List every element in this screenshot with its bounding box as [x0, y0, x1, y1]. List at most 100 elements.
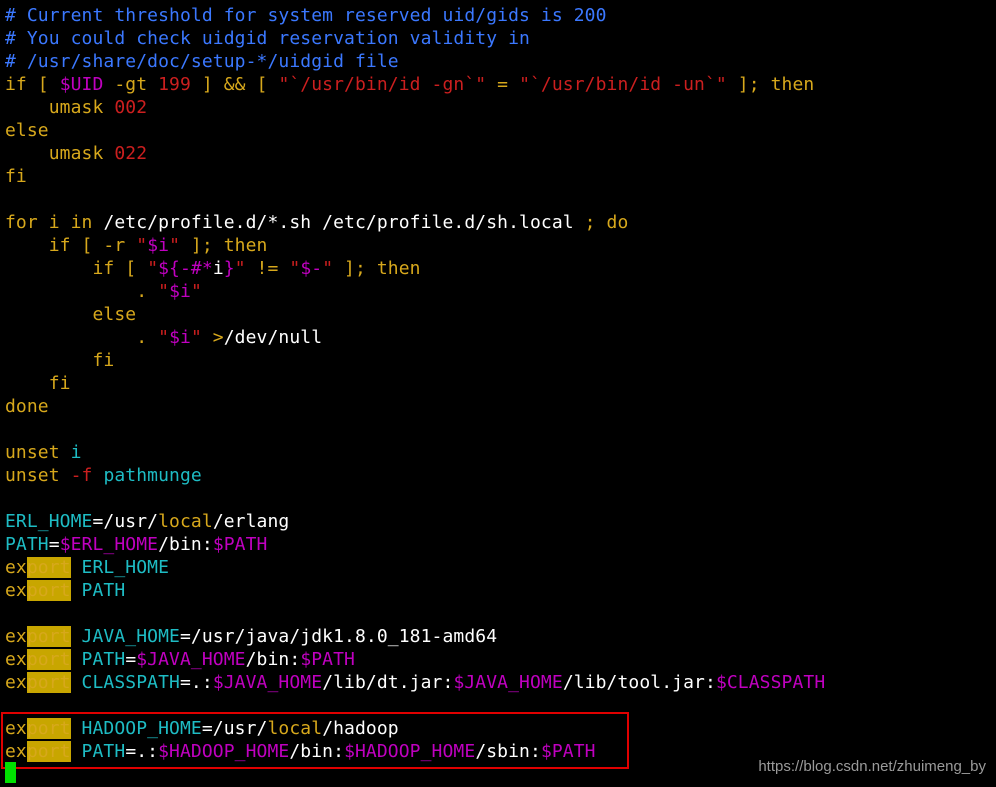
code-line: fi: [5, 165, 27, 188]
code-token: =/usr/: [92, 511, 159, 532]
code-token: /dev/null: [223, 327, 323, 348]
code-line: fi: [5, 349, 114, 372]
code-line: export PATH: [5, 579, 125, 602]
code-token: ERL_HOME: [70, 557, 170, 578]
code-token: $i: [169, 281, 191, 302]
code-token: ": [147, 258, 159, 279]
code-line: umask 022: [5, 142, 147, 165]
code-line: export ERL_HOME: [5, 556, 169, 579]
code-line: if [ -r "$i" ]; then: [5, 234, 268, 257]
code-token: }: [223, 258, 235, 279]
code-line: fi: [5, 372, 71, 395]
code-token: $UID: [59, 74, 104, 95]
code-token: ": [322, 258, 334, 279]
code-line: # You could check uidgid reservation val…: [5, 27, 530, 50]
code-token: =: [125, 649, 137, 670]
code-token: =.:: [180, 672, 213, 693]
code-token: $i: [147, 235, 170, 256]
code-token: ": [158, 327, 170, 348]
search-match-token: port: [26, 649, 71, 670]
code-token: /bin:: [245, 649, 301, 670]
code-token: $JAVA_HOME: [453, 672, 563, 693]
annotation-highlight-box: [1, 712, 629, 769]
code-line: export JAVA_HOME=/usr/java/jdk1.8.0_181-…: [5, 625, 497, 648]
code-token: >: [201, 327, 224, 348]
code-token: ; do: [584, 212, 629, 233]
search-match-token: port: [26, 557, 71, 578]
code-token: 002: [114, 97, 148, 118]
code-token: .: [5, 281, 159, 302]
code-token: umask: [5, 143, 115, 164]
code-token: # You could check uidgid reservation val…: [5, 28, 530, 49]
editor-cursor: [5, 762, 16, 783]
code-line: . "$i" >/dev/null: [5, 326, 322, 349]
code-token: ex: [5, 649, 27, 670]
code-line: done: [5, 395, 49, 418]
code-token: ": [190, 327, 202, 348]
code-token: pathmunge: [103, 465, 202, 486]
code-token: $CLASSPATH: [715, 672, 826, 693]
code-token: ${-#*: [158, 258, 213, 279]
code-token: 199: [158, 74, 191, 95]
code-line: . "$i": [5, 280, 202, 303]
code-token: =/usr/java/jdk1.8.0_181-amd64: [180, 626, 498, 647]
code-token: $-: [300, 258, 323, 279]
code-token: /lib/tool.jar:: [562, 672, 716, 693]
code-token: local: [158, 511, 213, 532]
code-token: if [: [5, 258, 148, 279]
code-token: else: [5, 120, 49, 141]
code-token: ex: [5, 557, 27, 578]
code-token: =: [486, 74, 520, 95]
watermark-text: https://blog.csdn.net/zhuimeng_by: [758, 758, 986, 775]
code-token: ]; then: [333, 258, 421, 279]
code-line: if [ $UID -gt 199 ] && [ "`/usr/bin/id -…: [5, 73, 814, 96]
code-token: for i in: [5, 212, 104, 233]
code-token: ex: [5, 672, 27, 693]
code-token: unset: [5, 465, 71, 486]
search-match-token: port: [26, 672, 71, 693]
code-token: ex: [5, 580, 27, 601]
code-line: # /usr/share/doc/setup-*/uidgid file: [5, 50, 399, 73]
code-token: unset: [5, 442, 71, 463]
code-token: fi: [5, 373, 71, 394]
search-match-token: port: [26, 580, 71, 601]
code-token: JAVA_HOME: [70, 626, 180, 647]
code-token: PATH: [5, 534, 49, 555]
code-line: else: [5, 303, 136, 326]
code-token: fi: [5, 350, 115, 371]
code-token: $ERL_HOME: [59, 534, 159, 555]
code-token: ": [190, 281, 202, 302]
code-token: "`/usr/bin/id -gn`": [278, 74, 487, 95]
code-token: $PATH: [300, 649, 355, 670]
code-line: export CLASSPATH=.: $JAVA_HOME/lib/dt.jar…: [5, 671, 825, 694]
code-token: ": [169, 235, 180, 256]
code-token: $JAVA_HOME: [136, 649, 246, 670]
code-line: for i in /etc/profile.d/*.sh /etc/profil…: [5, 211, 628, 234]
code-token: /erlang: [212, 511, 290, 532]
code-token: PATH: [70, 649, 126, 670]
code-token: =: [48, 534, 60, 555]
code-line: # Current threshold for system reserved …: [5, 4, 607, 27]
code-token: ]; then: [180, 235, 268, 256]
code-token: i: [70, 442, 82, 463]
code-token: ": [234, 258, 246, 279]
code-token: ]; then: [726, 74, 815, 95]
code-line: unset -f pathmunge: [5, 464, 202, 487]
code-line: ERL_HOME=/usr/local/erlang: [5, 510, 289, 533]
code-token: /lib/dt.jar:: [322, 672, 454, 693]
code-token: ": [289, 258, 301, 279]
code-token: 022: [114, 143, 148, 164]
code-token: umask: [5, 97, 115, 118]
code-token: ERL_HOME: [5, 511, 93, 532]
code-token: CLASSPATH: [70, 672, 180, 693]
code-token: fi: [5, 166, 27, 187]
code-token: PATH: [70, 580, 126, 601]
code-token: # /usr/share/doc/setup-*/uidgid file: [5, 51, 399, 72]
code-token: /bin:: [158, 534, 213, 555]
code-token: if [: [5, 74, 60, 95]
code-token: else: [5, 304, 137, 325]
search-match-token: port: [26, 626, 71, 647]
code-token: if [ -r: [5, 235, 137, 256]
terminal-editor[interactable]: # Current threshold for system reserved …: [5, 4, 996, 787]
code-line: export PATH=$JAVA_HOME/bin:$PATH: [5, 648, 355, 671]
